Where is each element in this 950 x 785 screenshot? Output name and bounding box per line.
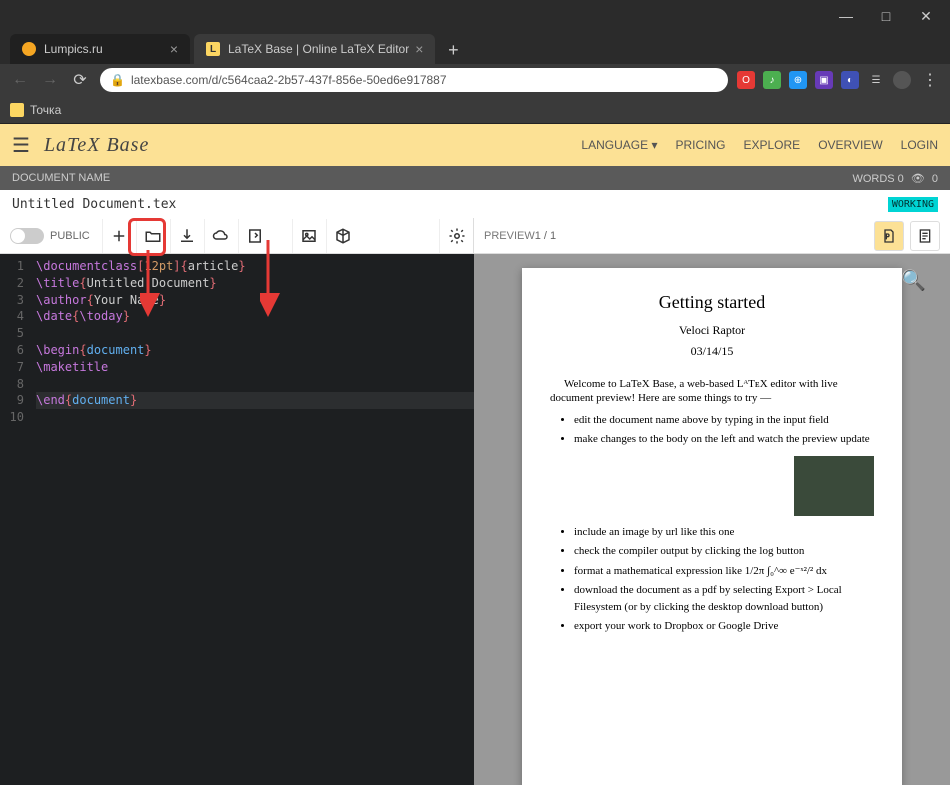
new-tab-button[interactable]: + [439, 36, 467, 64]
view-count: 0 [932, 173, 938, 185]
preview-intro: Welcome to LaTeX Base, a web-based LᴬTᴇX… [550, 377, 874, 406]
window-maximize[interactable]: □ [866, 2, 906, 30]
app-header: ☰ LaTeX Base LANGUAGE ▾ PRICING EXPLORE … [0, 124, 950, 166]
window-titlebar: — □ ✕ [0, 0, 950, 32]
close-icon[interactable]: × [170, 41, 178, 57]
bookmark-item[interactable]: Точка [30, 103, 61, 117]
docname-row: Untitled Document.tex WORKING [0, 190, 950, 218]
status-badge: WORKING [888, 197, 938, 212]
export-button[interactable] [238, 219, 272, 253]
profile-avatar[interactable] [893, 71, 911, 89]
main-area: 12345678910 \documentclass[12pt]{article… [0, 254, 950, 785]
zoom-icon[interactable]: 🔍 [901, 268, 926, 293]
menu-icon[interactable]: ☰ [12, 133, 30, 158]
code-editor[interactable]: 12345678910 \documentclass[12pt]{article… [0, 254, 474, 785]
preview-pane[interactable]: 🔍 Getting started Veloci Raptor 03/14/15… [474, 254, 950, 785]
nav-pricing[interactable]: PRICING [675, 138, 725, 152]
list-item: edit the document name above by typing i… [574, 412, 874, 429]
list-item: download the document as a pdf by select… [574, 582, 874, 615]
settings-button[interactable] [439, 219, 473, 253]
line-gutter: 12345678910 [0, 254, 30, 785]
extension-icon[interactable]: ☰ [867, 71, 885, 89]
document-name-input[interactable]: Untitled Document.tex [12, 197, 176, 212]
list-item: include an image by url like this one [574, 524, 874, 541]
docname-label: DOCUMENT NAME [12, 172, 110, 184]
cloud-button[interactable] [204, 219, 238, 253]
page-indicator: 1 / 1 [535, 230, 556, 242]
list-item: check the compiler output by clicking th… [574, 543, 874, 560]
open-file-button[interactable] [136, 219, 170, 253]
window-close[interactable]: ✕ [906, 2, 946, 30]
nav-explore[interactable]: EXPLORE [743, 138, 800, 152]
lock-icon: 🔒 [110, 73, 125, 87]
new-file-button[interactable] [102, 219, 136, 253]
reload-button[interactable]: ⟳ [66, 66, 94, 94]
window-minimize[interactable]: — [826, 2, 866, 30]
list-item: format a mathematical expression like 1/… [574, 563, 874, 580]
doc-view-button[interactable] [910, 221, 940, 251]
image-button[interactable] [292, 219, 326, 253]
pdf-view-button[interactable] [874, 221, 904, 251]
back-button[interactable]: ← [6, 66, 34, 94]
list-item: make changes to the body on the left and… [574, 431, 874, 448]
document-bar: DOCUMENT NAME WORDS 0 👁 0 [0, 166, 950, 190]
tab-title: LaTeX Base | Online LaTeX Editor [228, 42, 409, 56]
app-brand: LaTeX Base [44, 134, 149, 157]
extension-icon[interactable]: O [737, 71, 755, 89]
public-label: PUBLIC [50, 230, 90, 242]
browser-tab[interactable]: L LaTeX Base | Online LaTeX Editor × [194, 34, 435, 64]
preview-list: edit the document name above by typing i… [574, 412, 874, 448]
preview-list: include an image by url like this one ch… [574, 524, 874, 635]
preview-author: Veloci Raptor [550, 323, 874, 338]
favicon-icon: L [206, 42, 220, 56]
extension-icon[interactable]: ▣ [815, 71, 833, 89]
address-bar[interactable]: 🔒 latexbase.com/d/c564caa2-2b57-437f-856… [100, 68, 728, 92]
bookmark-bar: Точка [0, 96, 950, 124]
url-text: latexbase.com/d/c564caa2-2b57-437f-856e-… [131, 73, 447, 87]
download-button[interactable] [170, 219, 204, 253]
extension-icon[interactable]: ⊕ [789, 71, 807, 89]
preview-date: 03/14/15 [550, 344, 874, 359]
browser-tab[interactable]: Lumpics.ru × [10, 34, 190, 64]
preview-title: Getting started [550, 292, 874, 313]
browser-urlbar: ← → ⟳ 🔒 latexbase.com/d/c564caa2-2b57-43… [0, 64, 950, 96]
eye-icon: 👁 [911, 173, 925, 185]
menu-button[interactable]: ⋮ [916, 66, 944, 94]
toolbar: PUBLIC PREVIEW 1 / 1 [0, 218, 950, 254]
public-toggle[interactable] [10, 228, 44, 244]
preview-label: PREVIEW [484, 230, 535, 242]
extension-icon[interactable]: ♪ [763, 71, 781, 89]
list-item: export your work to Dropbox or Google Dr… [574, 618, 874, 635]
preview-image [794, 456, 874, 516]
folder-icon [10, 103, 24, 117]
close-icon[interactable]: × [415, 41, 423, 57]
nav-language[interactable]: LANGUAGE ▾ [581, 138, 657, 152]
nav-login[interactable]: LOGIN [901, 138, 938, 152]
browser-tabbar: Lumpics.ru × L LaTeX Base | Online LaTeX… [0, 32, 950, 64]
word-count: WORDS 0 [852, 173, 903, 185]
package-button[interactable] [326, 219, 360, 253]
tab-title: Lumpics.ru [44, 42, 164, 56]
favicon-icon [22, 42, 36, 56]
extension-icon[interactable]: ◐ [841, 71, 859, 89]
preview-page: Getting started Veloci Raptor 03/14/15 W… [522, 268, 902, 785]
forward-button[interactable]: → [36, 66, 64, 94]
code-content[interactable]: \documentclass[12pt]{article} \title{Unt… [30, 254, 474, 785]
nav-overview[interactable]: OVERVIEW [818, 138, 882, 152]
